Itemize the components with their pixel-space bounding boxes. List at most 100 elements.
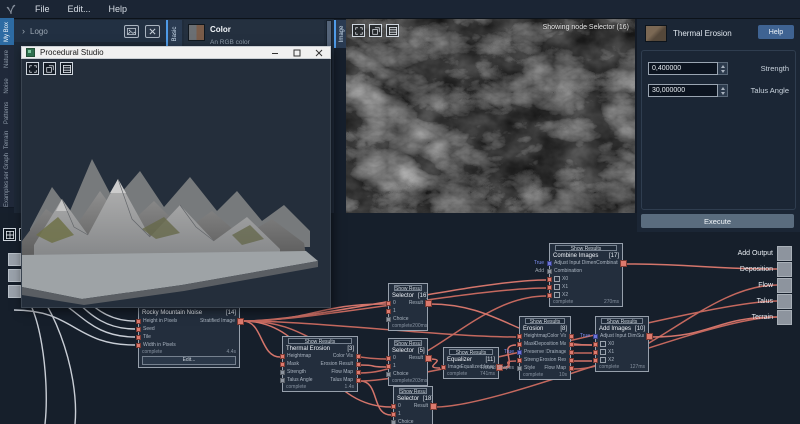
tab-basic[interactable]: Basic bbox=[166, 20, 182, 48]
close-icon[interactable] bbox=[145, 25, 160, 38]
node-selector-18[interactable]: Show ResultsSelector[18]0Result1Choiceco… bbox=[393, 386, 433, 424]
node-thermal-erosion-3[interactable]: Show ResultsThermal Erosion[3]HeightmapC… bbox=[282, 336, 358, 392]
menu-edit[interactable]: Edit... bbox=[59, 0, 100, 18]
strength-spinner[interactable] bbox=[718, 62, 728, 75]
edit-button[interactable]: Edit... bbox=[142, 356, 236, 365]
input-port-x2[interactable] bbox=[593, 358, 598, 363]
tab-terrain[interactable]: Terrain bbox=[0, 126, 14, 154]
input-port-mask[interactable] bbox=[517, 342, 522, 347]
node-erosion-8[interactable]: Show ResultsErosion[8]HeightmapColor Vis… bbox=[519, 316, 571, 380]
output-port-erosion-result[interactable] bbox=[356, 362, 361, 367]
input-port-adjust-input-dimensions[interactable] bbox=[593, 334, 598, 339]
show-results-button[interactable]: Show Results bbox=[525, 318, 565, 324]
node-equalizer-11[interactable]: Show ResultsEqualizer[11]ImageEqualized … bbox=[443, 347, 499, 379]
output-port-result[interactable] bbox=[430, 403, 437, 410]
output-port-color-vis[interactable] bbox=[569, 334, 574, 339]
node-selector-16[interactable]: Show ResultsSelector[16]0Result1Choiceco… bbox=[388, 283, 428, 331]
tab-user-graphs[interactable]: User Graphs bbox=[0, 153, 14, 181]
output-port-flow-map[interactable] bbox=[569, 366, 574, 371]
menu-file[interactable]: File bbox=[26, 0, 59, 18]
input-port-0[interactable] bbox=[386, 356, 391, 361]
input-port-x1[interactable] bbox=[593, 350, 598, 355]
input-port-adjust-input-dimensions[interactable] bbox=[547, 261, 552, 266]
expand-icon[interactable] bbox=[26, 62, 39, 75]
input-port-width-in-pixels[interactable] bbox=[136, 343, 141, 348]
maximize-button[interactable] bbox=[286, 47, 308, 58]
show-results-button[interactable]: Show Results bbox=[555, 245, 617, 251]
show-results-button[interactable]: Show Results bbox=[399, 388, 427, 394]
input-port-x2[interactable] bbox=[547, 293, 552, 298]
tab-examples[interactable]: Examples bbox=[0, 180, 14, 208]
input-port-combination[interactable] bbox=[547, 269, 552, 274]
output-port-flow-map[interactable] bbox=[356, 370, 361, 375]
output-port-deposition-map[interactable] bbox=[569, 342, 574, 347]
close-button[interactable] bbox=[308, 47, 330, 58]
input-port-mask[interactable] bbox=[280, 362, 285, 367]
output-port-drainage-map[interactable] bbox=[569, 350, 574, 355]
input-port-0[interactable] bbox=[386, 301, 391, 306]
input-port-choice[interactable] bbox=[386, 317, 391, 322]
node-preview-viewport[interactable]: Showing node Selector (16) bbox=[346, 18, 635, 213]
input-port-seed[interactable] bbox=[136, 327, 141, 332]
show-results-button[interactable]: Show Results bbox=[601, 318, 643, 324]
input-port-choice[interactable] bbox=[386, 372, 391, 377]
help-button[interactable]: Help bbox=[758, 25, 794, 39]
checkbox-icon[interactable] bbox=[600, 349, 606, 355]
input-port-x0[interactable] bbox=[593, 342, 598, 347]
input-port-x1[interactable] bbox=[547, 285, 552, 290]
input-port-0[interactable] bbox=[391, 404, 396, 409]
input-port-strength[interactable] bbox=[517, 358, 522, 363]
tab-noise[interactable]: Noise bbox=[0, 72, 14, 100]
checkbox-icon[interactable] bbox=[554, 284, 560, 290]
tab-my-box[interactable]: My Box bbox=[0, 18, 14, 46]
input-port-talus-angle[interactable] bbox=[280, 378, 285, 383]
input-port-heightmap[interactable] bbox=[280, 354, 285, 359]
input-port-height-in-pixels[interactable] bbox=[136, 319, 141, 324]
show-results-button[interactable]: Show Results bbox=[288, 338, 352, 344]
node-combine-images-17[interactable]: Show ResultsCombine Images[17]Adjust Inp… bbox=[549, 243, 623, 307]
pop-out-icon[interactable] bbox=[43, 62, 56, 75]
menu-help[interactable]: Help bbox=[100, 0, 137, 18]
checkbox-icon[interactable] bbox=[554, 276, 560, 282]
input-port-1[interactable] bbox=[386, 364, 391, 369]
show-results-button[interactable]: Show Results bbox=[394, 340, 422, 346]
input-port-x0[interactable] bbox=[547, 277, 552, 282]
checkbox-icon[interactable] bbox=[600, 341, 606, 347]
viewport-3d[interactable] bbox=[21, 59, 331, 308]
show-results-button[interactable]: Show Results bbox=[449, 349, 493, 355]
show-results-button[interactable]: Show Results bbox=[394, 285, 422, 291]
input-port-image[interactable] bbox=[441, 365, 446, 370]
grid-view-icon[interactable] bbox=[386, 24, 399, 37]
output-port-color-vis[interactable] bbox=[356, 354, 361, 359]
expand-icon[interactable] bbox=[352, 24, 365, 37]
logo-group-header[interactable]: › Logo bbox=[14, 20, 166, 42]
minimize-button[interactable] bbox=[264, 47, 286, 58]
window-titlebar[interactable]: Procedural Studio bbox=[21, 46, 331, 59]
node-rocky-mountain-noise-14[interactable]: Rocky Mountain Noise[14]Height in Pixels… bbox=[138, 307, 240, 368]
output-port-talus-map[interactable] bbox=[356, 378, 361, 383]
strength-input[interactable] bbox=[648, 62, 718, 75]
input-port-strength[interactable] bbox=[280, 370, 285, 375]
output-port-combination[interactable] bbox=[620, 260, 627, 267]
checkbox-icon[interactable] bbox=[554, 292, 560, 298]
input-port-heightmap[interactable] bbox=[517, 334, 522, 339]
output-port-result[interactable] bbox=[425, 355, 432, 362]
output-port-stratified-image[interactable] bbox=[237, 318, 244, 325]
input-port-tile[interactable] bbox=[136, 335, 141, 340]
image-thumbnail-icon[interactable] bbox=[124, 25, 139, 38]
talus-angle-spinner[interactable] bbox=[718, 84, 728, 97]
tab-patterns[interactable]: Patterns bbox=[0, 99, 14, 127]
tab-nature[interactable]: Nature bbox=[0, 45, 14, 73]
output-port-result[interactable] bbox=[425, 300, 432, 307]
output-port-erosion-result[interactable] bbox=[569, 358, 574, 363]
input-port-style[interactable] bbox=[517, 366, 522, 371]
node-selector-5[interactable]: Show ResultsSelector[5]0Result1Choicecom… bbox=[388, 338, 428, 386]
checkbox-icon[interactable] bbox=[600, 357, 606, 363]
grid-view-icon[interactable] bbox=[60, 62, 73, 75]
input-port-1[interactable] bbox=[386, 309, 391, 314]
talus-angle-input[interactable] bbox=[648, 84, 718, 97]
node-add-images-10[interactable]: Show ResultsAdd Images[10]Adjust Input D… bbox=[595, 316, 649, 372]
pop-out-icon[interactable] bbox=[369, 24, 382, 37]
input-port-preserve-shape[interactable] bbox=[517, 350, 522, 355]
input-port-1[interactable] bbox=[391, 412, 396, 417]
